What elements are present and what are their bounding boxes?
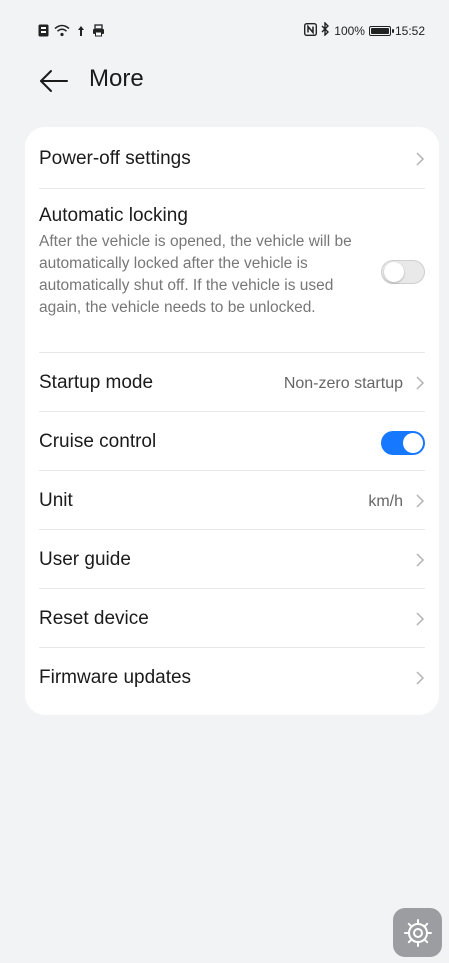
chevron-right-icon xyxy=(416,376,425,390)
page-title: More xyxy=(89,65,144,92)
bluetooth-icon xyxy=(321,21,330,39)
pin-icon xyxy=(75,25,87,40)
setting-startup-mode[interactable]: Startup mode Non-zero startup xyxy=(39,353,425,412)
back-arrow-icon xyxy=(40,70,68,92)
setting-value: km/h xyxy=(368,493,403,510)
setting-label: Firmware updates xyxy=(39,667,192,688)
chevron-right-icon xyxy=(416,494,425,508)
app-header: More xyxy=(0,58,449,104)
setting-power-off[interactable]: Power-off settings xyxy=(39,127,425,189)
setting-label: Unit xyxy=(39,490,73,511)
gear-icon xyxy=(403,918,432,947)
setting-reset-device[interactable]: Reset device xyxy=(39,589,425,648)
chevron-right-icon xyxy=(416,553,425,567)
status-right-icons: 100% 15:52 xyxy=(304,21,425,39)
battery-icon xyxy=(368,25,394,36)
setting-label: Automatic locking xyxy=(39,205,188,226)
battery-level-fill xyxy=(370,27,389,34)
clock: 15:52 xyxy=(394,23,425,38)
battery-percent: 100% xyxy=(334,23,365,38)
setting-label: Cruise control xyxy=(39,431,157,452)
setting-automatic-locking: Automatic locking After the vehicle is o… xyxy=(39,189,425,353)
printer-icon xyxy=(92,24,105,40)
settings-card: Power-off settings Automatic locking Aft… xyxy=(25,127,439,715)
setting-label: Startup mode xyxy=(39,372,154,393)
setting-user-guide[interactable]: User guide xyxy=(39,530,425,589)
setting-label: Reset device xyxy=(39,608,149,629)
toggle-knob xyxy=(384,262,404,282)
chevron-right-icon xyxy=(416,612,425,626)
setting-label: Power-off settings xyxy=(39,148,191,169)
wifi-icon xyxy=(54,24,70,40)
status-left-icons xyxy=(38,24,105,40)
toggle-knob xyxy=(403,433,423,453)
chevron-right-icon xyxy=(416,671,425,685)
setting-value: Non-zero startup xyxy=(283,375,403,392)
cruise-control-toggle[interactable] xyxy=(381,431,425,455)
status-bar: 100% 15:52 xyxy=(0,0,449,46)
setting-cruise-control: Cruise control xyxy=(39,412,425,471)
floating-settings-button[interactable] xyxy=(393,908,442,957)
nfc-icon xyxy=(304,22,318,39)
setting-unit[interactable]: Unit km/h xyxy=(39,471,425,530)
chevron-right-icon xyxy=(416,152,425,166)
back-button[interactable] xyxy=(38,66,70,96)
setting-label: User guide xyxy=(39,549,131,570)
setting-description: After the vehicle is opened, the vehicle… xyxy=(39,233,352,316)
automatic-locking-toggle[interactable] xyxy=(381,260,425,284)
notification-icon xyxy=(38,24,49,40)
setting-firmware-updates[interactable]: Firmware updates xyxy=(39,648,425,707)
